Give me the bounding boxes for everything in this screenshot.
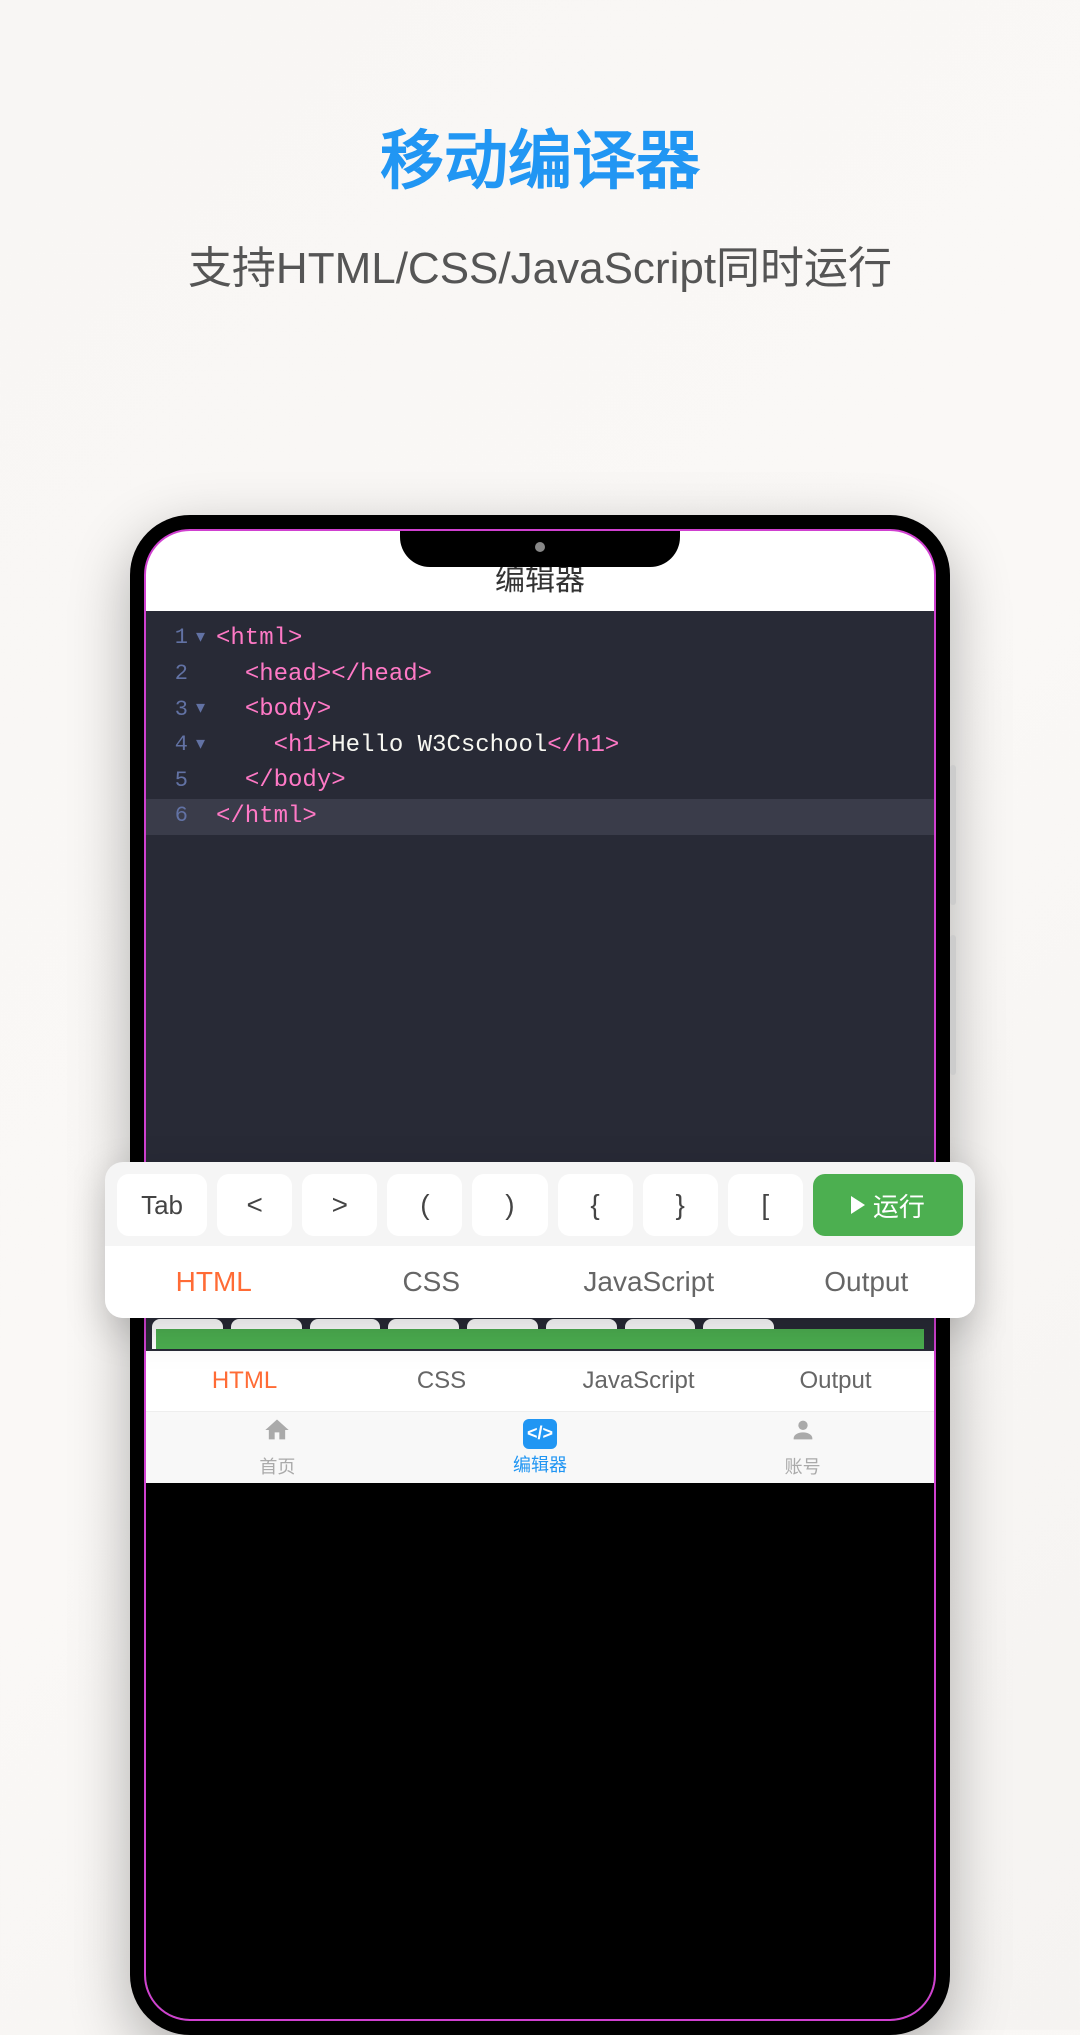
tab-key[interactable]: Tab — [117, 1174, 207, 1236]
lang-tab-html[interactable]: HTML — [105, 1266, 323, 1298]
code-line[interactable]: 1▾<html> — [146, 621, 934, 657]
symbol-key[interactable]: ) — [472, 1174, 547, 1236]
promo-title: 移动编译器 — [0, 110, 1080, 202]
bottom-navigation: 首页</>编辑器账号 — [146, 1411, 934, 1483]
symbol-key-row: Tab<>(){}[运行 — [117, 1174, 963, 1236]
code-line[interactable]: 5 </body> — [146, 763, 934, 799]
code-line[interactable]: 3▾ <body> — [146, 692, 934, 728]
promo-subtitle: 支持HTML/CSS/JavaScript同时运行 — [0, 232, 1080, 296]
below-fold — [146, 1483, 934, 2019]
code-line[interactable]: 6</html> — [146, 799, 934, 835]
nav-label: 编辑器 — [513, 1451, 567, 1477]
inner-tab-output[interactable]: Output — [737, 1367, 934, 1395]
lang-tab-output[interactable]: Output — [758, 1266, 976, 1298]
code-line[interactable]: 4▾ <h1>Hello W3Cschool</h1> — [146, 728, 934, 764]
inner-lang-tabs: HTMLCSSJavaScriptOutput — [146, 1351, 934, 1411]
lang-tab-javascript[interactable]: JavaScript — [540, 1266, 758, 1298]
play-icon — [851, 1196, 865, 1214]
symbol-key[interactable]: [ — [728, 1174, 803, 1236]
symbol-key[interactable]: } — [643, 1174, 718, 1236]
inner-tab-javascript[interactable]: JavaScript — [540, 1367, 737, 1395]
symbol-key[interactable]: > — [302, 1174, 377, 1236]
symbol-key[interactable]: { — [558, 1174, 633, 1236]
lang-tab-css[interactable]: CSS — [323, 1266, 541, 1298]
home-icon — [263, 1416, 291, 1451]
nav-item-home[interactable]: 首页 — [146, 1412, 409, 1483]
nav-label: 账号 — [785, 1453, 821, 1479]
inner-tab-html[interactable]: HTML — [146, 1367, 343, 1395]
nav-item-code[interactable]: </>编辑器 — [409, 1412, 672, 1483]
side-button — [950, 765, 956, 905]
code-line[interactable]: 2 <head></head> — [146, 657, 934, 693]
run-button-peek — [156, 1329, 924, 1349]
phone-notch — [400, 529, 680, 567]
lang-tabs: HTMLCSSJavaScriptOutput — [105, 1246, 975, 1318]
floating-toolbar: Tab<>(){}[运行 HTMLCSSJavaScriptOutput — [105, 1162, 975, 1318]
side-button — [950, 935, 956, 1075]
inner-tab-css[interactable]: CSS — [343, 1367, 540, 1395]
symbol-key[interactable]: ( — [387, 1174, 462, 1236]
nav-item-user[interactable]: 账号 — [671, 1412, 934, 1483]
run-button[interactable]: 运行 — [813, 1174, 963, 1236]
code-icon: </> — [523, 1419, 557, 1449]
user-icon — [789, 1416, 817, 1451]
symbol-key[interactable]: < — [217, 1174, 292, 1236]
nav-label: 首页 — [259, 1453, 295, 1479]
